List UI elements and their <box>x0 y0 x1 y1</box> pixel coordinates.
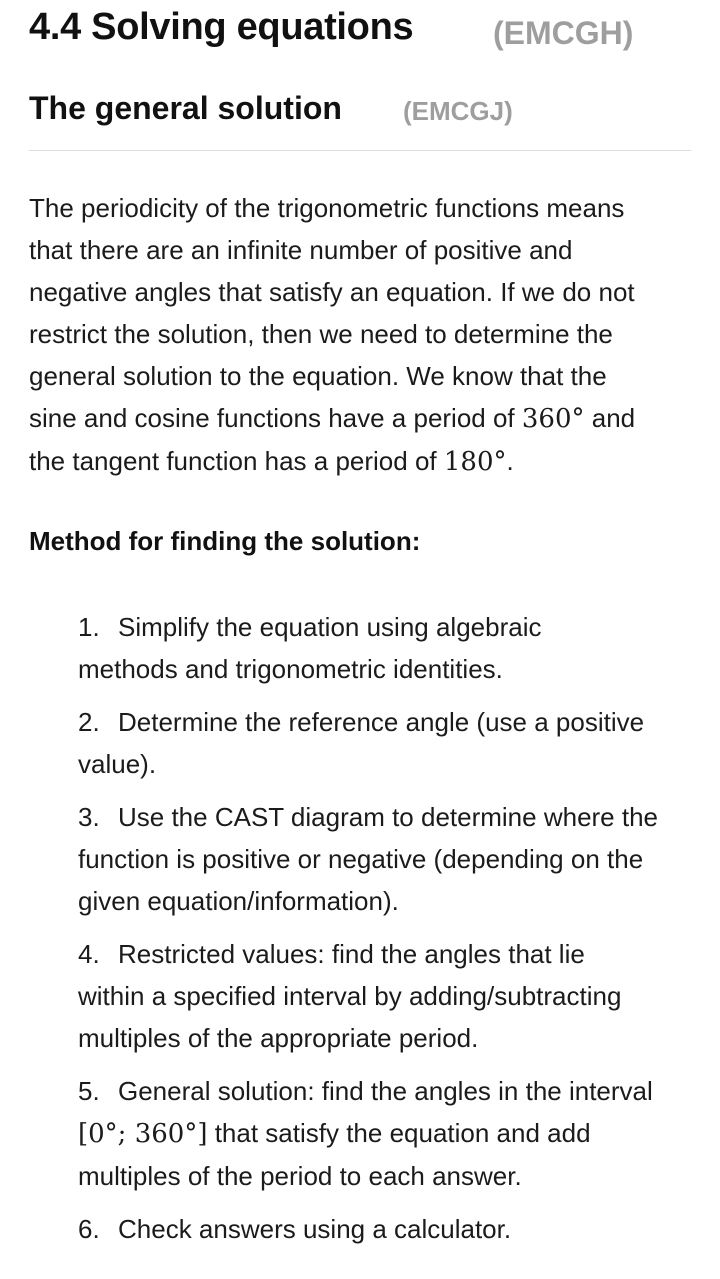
subsection-heading: The general solution (EMCGJ) <box>29 90 691 127</box>
step-text: Restricted values: find the angles that … <box>118 939 585 969</box>
paragraph-line: The periodicity of the trigonometric fun… <box>29 193 625 223</box>
step-text: Use the CAST diagram to determine where … <box>118 802 659 832</box>
step-item: 5. General solution: find the angles in t… <box>78 1070 698 1197</box>
paragraph-line: general solution to the equation. We kno… <box>29 361 607 391</box>
paragraph-text: the tangent function has a period of <box>29 446 444 476</box>
paragraph-text: and <box>584 403 636 433</box>
math-interval: [0°; 360°] <box>78 1119 208 1149</box>
intro-paragraph: The periodicity of the trigonometric fun… <box>29 187 693 483</box>
step-number: 2. <box>78 707 100 737</box>
step-text: given equation/information). <box>78 886 399 916</box>
step-text: General solution: find the angles in the… <box>118 1076 653 1106</box>
paragraph-line: negative angles that satisfy an equation… <box>29 277 635 307</box>
section-heading: 4.4 Solving equations (EMCGH) <box>29 6 691 51</box>
math-period-tangent: 180° <box>443 447 507 477</box>
step-text: function is positive or negative (depend… <box>78 844 644 874</box>
step-text: value). <box>78 749 157 779</box>
paragraph-text: . <box>506 446 514 476</box>
step-number: 5. <box>78 1076 100 1106</box>
method-steps-list: 1. Simplify the equation using algebraic … <box>78 606 698 1250</box>
paragraph-line: the tangent function has a period of 180… <box>29 440 693 483</box>
paragraph-line: that there are an infinite number of pos… <box>29 235 573 265</box>
section-title: 4.4 Solving equations <box>29 6 414 48</box>
step-item: 6. Check answers using a calculator. <box>78 1208 698 1250</box>
subsection-title: The general solution <box>29 90 342 126</box>
step-text: within a specified interval by adding/su… <box>78 981 622 1011</box>
math-period-sine-cosine: 360° <box>521 404 585 434</box>
step-item: 3. Use the CAST diagram to determine wher… <box>78 796 698 922</box>
step-item: 4. Restricted values: find the angles tha… <box>78 933 698 1059</box>
step-text: that satisfy the equation and add <box>207 1118 591 1148</box>
paragraph-line: sine and cosine functions have a period … <box>29 397 693 440</box>
paragraph-text: sine and cosine functions have a period … <box>29 403 522 433</box>
step-text: multiples of the appropriate period. <box>78 1023 479 1053</box>
subsection-code: (EMCGJ) <box>403 96 513 126</box>
step-number: 6. <box>78 1214 100 1244</box>
step-text: multiples of the period to each answer. <box>78 1161 522 1191</box>
step-number: 3. <box>78 802 100 832</box>
step-item: 2. Determine the reference angle (use a p… <box>78 701 698 785</box>
heading-divider <box>29 150 691 151</box>
paragraph-line: restrict the solution, then we need to d… <box>29 319 613 349</box>
method-heading: Method for finding the solution: <box>29 526 421 556</box>
step-text: Check answers using a calculator. <box>118 1214 512 1244</box>
step-item: 1. Simplify the equation using algebraic … <box>78 606 698 690</box>
step-text: Simplify the equation using algebraic <box>118 612 542 642</box>
step-number: 4. <box>78 939 100 969</box>
step-text: methods and trigonometric identities. <box>78 654 503 684</box>
step-number: 1. <box>78 612 100 642</box>
step-text: Determine the reference angle (use a pos… <box>118 707 645 737</box>
section-code: (EMCGH) <box>493 15 634 51</box>
